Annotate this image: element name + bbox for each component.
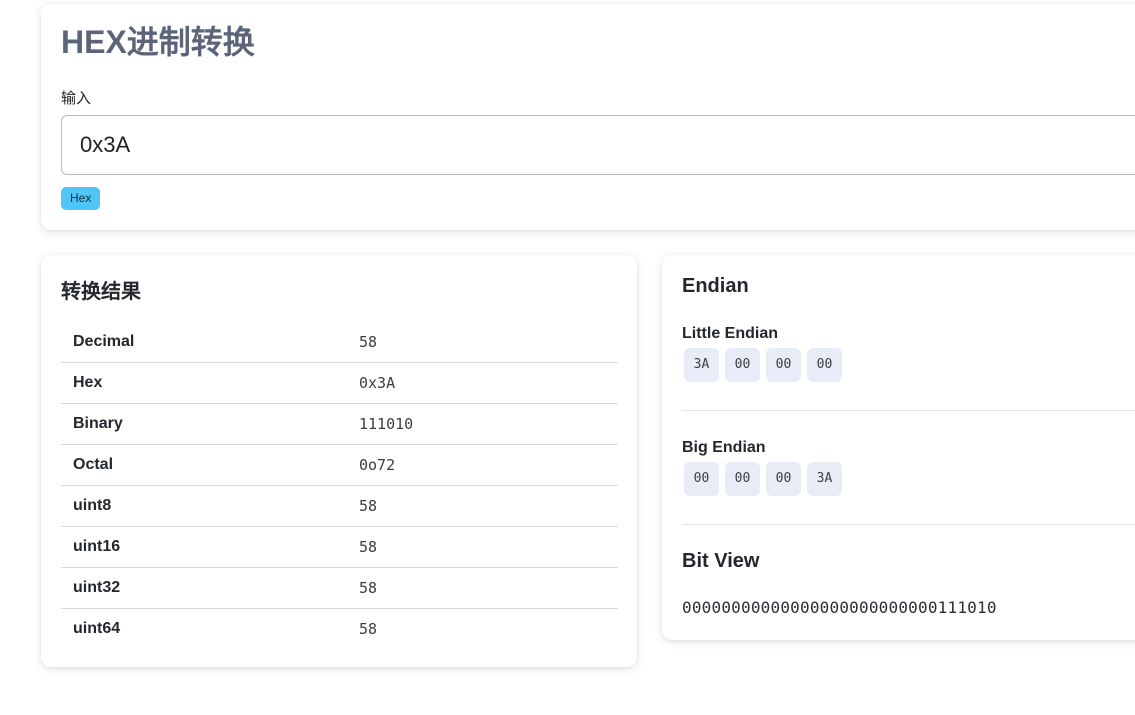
row-value: 58: [359, 485, 618, 527]
type-badge: Hex: [61, 187, 101, 210]
bit-string: 00000000000000000000000000111010: [682, 598, 997, 617]
byte-chip: 3A: [807, 462, 842, 496]
little-endian-bytes: 3A 00 00 00: [684, 348, 842, 382]
row-key: uint32: [61, 567, 359, 609]
table-row: Octal 0o72: [61, 444, 618, 486]
divider: [682, 524, 1135, 525]
table-row: uint8 58: [61, 485, 618, 527]
byte-chip: 00: [766, 462, 801, 496]
row-key: uint8: [61, 485, 359, 527]
input-card: HEX进制转换 输入 Hex: [41, 4, 1135, 230]
table-row: Binary 111010: [61, 403, 618, 445]
row-value: 0x3A: [359, 362, 618, 404]
row-key: Decimal: [61, 322, 359, 363]
little-endian-label: Little Endian: [682, 325, 778, 342]
table-row: uint32 58: [61, 567, 618, 609]
row-value: 58: [359, 526, 618, 568]
row-value: 58: [359, 567, 618, 609]
result-title: 转换结果: [61, 281, 141, 303]
hex-input[interactable]: [61, 115, 1135, 175]
row-key: uint16: [61, 526, 359, 568]
big-endian-bytes: 00 00 00 3A: [684, 462, 842, 496]
divider: [682, 410, 1135, 411]
endian-card: Endian Little Endian 3A 00 00 00 Big End…: [662, 255, 1135, 640]
result-table: Decimal 58 Hex 0x3A Binary 111010 Octal …: [61, 322, 618, 649]
table-row: uint16 58: [61, 526, 618, 568]
big-endian-label: Big Endian: [682, 439, 766, 456]
byte-chip: 00: [725, 348, 760, 382]
row-key: Hex: [61, 362, 359, 404]
byte-chip: 00: [807, 348, 842, 382]
row-key: Octal: [61, 444, 359, 486]
byte-chip: 00: [684, 462, 719, 496]
row-value: 58: [359, 322, 618, 363]
page-title: HEX进制转换: [61, 24, 255, 60]
endian-title: Endian: [682, 275, 749, 297]
input-label: 输入: [61, 90, 92, 107]
byte-chip: 3A: [684, 348, 719, 382]
table-row: uint64 58: [61, 609, 618, 650]
row-key: Binary: [61, 403, 359, 445]
bitview-title: Bit View: [682, 550, 760, 572]
result-card: 转换结果 Decimal 58 Hex 0x3A Binary 111010 O…: [41, 255, 637, 667]
row-key: uint64: [73, 620, 121, 637]
table-row: Decimal 58: [61, 322, 618, 363]
row-value: 58: [359, 620, 378, 638]
byte-chip: 00: [766, 348, 801, 382]
table-row: Hex 0x3A: [61, 362, 618, 404]
row-value: 111010: [359, 403, 618, 445]
row-value: 0o72: [359, 444, 618, 486]
byte-chip: 00: [725, 462, 760, 496]
